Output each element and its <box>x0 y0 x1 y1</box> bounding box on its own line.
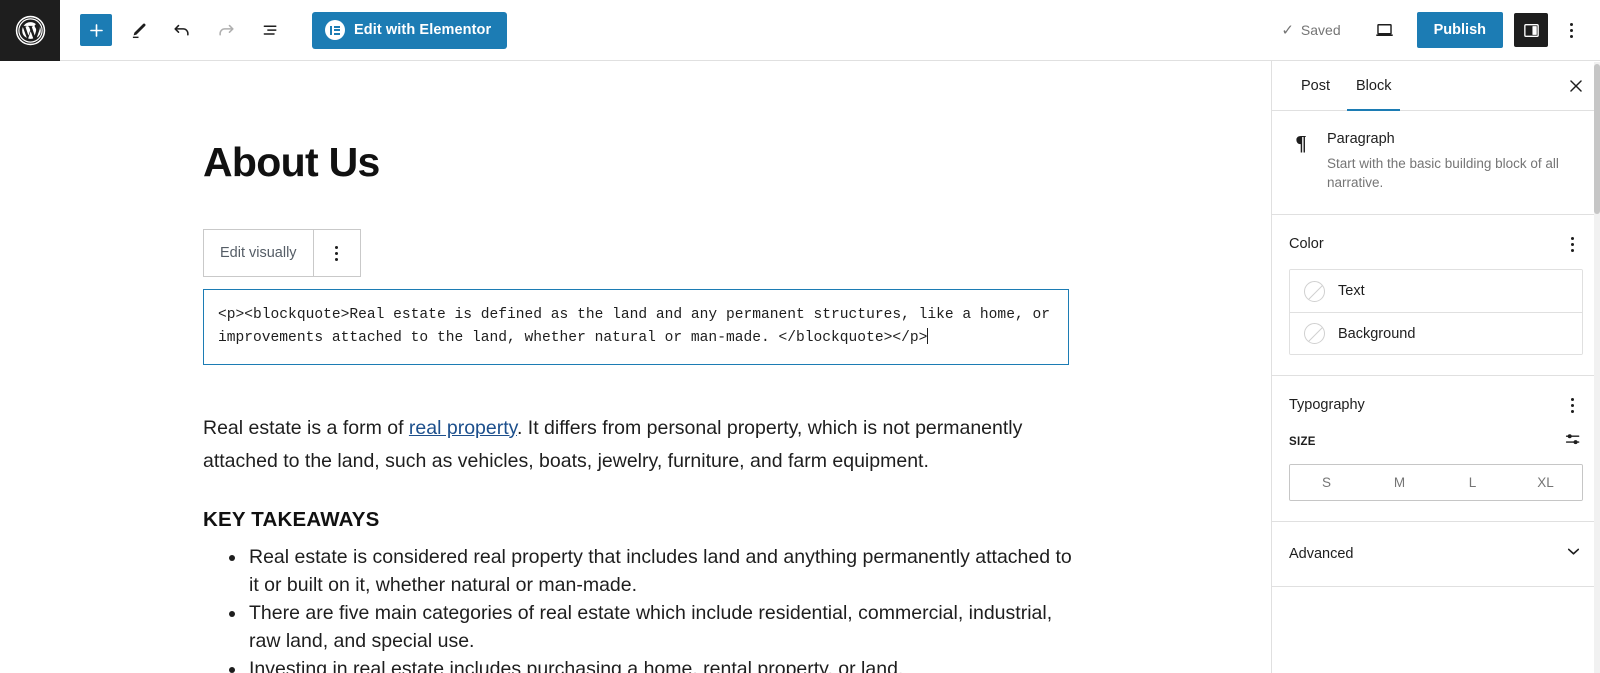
elementor-logo-icon <box>325 20 345 40</box>
chevron-down-icon <box>1564 542 1583 566</box>
wordpress-block-editor: Edit with Elementor ✓ Saved Publish Abou… <box>0 0 1600 673</box>
more-options-button[interactable] <box>1556 12 1586 48</box>
paragraph-text-before-link: Real estate is a form of <box>203 416 409 439</box>
block-card: ¶ Paragraph Start with the basic buildin… <box>1272 111 1600 215</box>
advanced-panel-toggle[interactable]: Advanced <box>1272 522 1600 587</box>
editor-top-bar: Edit with Elementor ✓ Saved Publish <box>0 0 1600 61</box>
top-bar-right-tools: ✓ Saved Publish <box>1281 12 1600 48</box>
color-option-text[interactable]: Text <box>1290 270 1582 312</box>
block-toolbar: Edit visually <box>203 229 361 277</box>
list-item: There are five main categories of real e… <box>247 599 1075 655</box>
block-description: Start with the basic building block of a… <box>1327 156 1559 190</box>
typography-panel-options-button[interactable] <box>1561 394 1583 416</box>
saved-label: Saved <box>1300 22 1341 38</box>
real-property-link[interactable]: real property <box>409 417 517 439</box>
html-code-block[interactable]: <p><blockquote>Real estate is defined as… <box>203 289 1069 365</box>
color-panel-header: Color <box>1289 233 1583 255</box>
color-option-label: Text <box>1338 283 1365 299</box>
no-color-swatch-icon <box>1304 323 1325 344</box>
publish-button[interactable]: Publish <box>1416 12 1503 48</box>
editor-canvas: About Us Edit visually <p><blockquote>Re… <box>0 61 1271 673</box>
color-panel: Color Text Background <box>1272 215 1600 376</box>
kebab-menu-icon <box>1569 22 1573 38</box>
font-size-label: SIZE <box>1289 436 1316 448</box>
edit-with-elementor-button[interactable]: Edit with Elementor <box>312 11 508 49</box>
color-panel-title: Color <box>1289 236 1324 252</box>
font-size-option-m[interactable]: M <box>1363 465 1436 500</box>
color-panel-options-button[interactable] <box>1561 233 1583 255</box>
tools-pencil-button[interactable] <box>120 12 156 48</box>
key-takeaways-heading[interactable]: KEY TAKEAWAYS <box>203 508 380 532</box>
font-size-option-l[interactable]: L <box>1436 465 1509 500</box>
color-option-background[interactable]: Background <box>1290 312 1582 354</box>
settings-sidebar: Post Block ¶ Paragraph Start with the ba… <box>1271 61 1600 673</box>
tab-block[interactable]: Block <box>1343 61 1404 111</box>
text-cursor <box>927 328 929 344</box>
paragraph-block-1[interactable]: Real estate is a form of real property. … <box>203 412 1069 478</box>
page-title[interactable]: About Us <box>203 139 380 185</box>
font-size-row: SIZE <box>1289 430 1583 454</box>
key-takeaways-list[interactable]: Real estate is considered real property … <box>225 543 1075 673</box>
edit-visually-button[interactable]: Edit visually <box>204 230 314 276</box>
typography-panel-header: Typography <box>1289 394 1583 416</box>
tab-post[interactable]: Post <box>1288 61 1343 110</box>
list-item: Real estate is considered real property … <box>247 543 1075 599</box>
close-sidebar-button[interactable] <box>1552 61 1600 110</box>
paragraph-pilcrow-icon: ¶ <box>1295 131 1307 155</box>
kebab-menu-icon <box>1570 236 1574 252</box>
list-view-button[interactable] <box>252 12 288 48</box>
sliders-icon[interactable] <box>1564 430 1583 454</box>
sidebar-tabs: Post Block <box>1272 61 1600 111</box>
undo-button[interactable] <box>164 12 200 48</box>
block-options-button[interactable] <box>313 230 360 276</box>
kebab-menu-icon <box>1570 397 1574 413</box>
edit-with-elementor-label: Edit with Elementor <box>354 22 492 38</box>
block-name: Paragraph <box>1327 131 1395 147</box>
color-options-list: Text Background <box>1289 269 1583 355</box>
font-size-toggle-group: S M L XL <box>1289 464 1583 501</box>
preview-button[interactable] <box>1367 12 1403 48</box>
add-block-button[interactable] <box>80 14 112 46</box>
html-code-text: <p><blockquote>Real estate is defined as… <box>218 307 1050 346</box>
sidebar-scrollbar-thumb[interactable] <box>1594 64 1600 214</box>
check-icon: ✓ <box>1281 21 1294 39</box>
color-option-label: Background <box>1338 325 1416 342</box>
kebab-menu-icon <box>335 245 339 261</box>
list-item: Investing in real estate includes purcha… <box>247 655 1075 673</box>
settings-sidebar-toggle[interactable] <box>1514 13 1548 47</box>
advanced-panel-title: Advanced <box>1289 546 1354 562</box>
top-bar-left-tools: Edit with Elementor <box>60 11 508 49</box>
font-size-option-xl[interactable]: XL <box>1509 465 1582 500</box>
saved-status[interactable]: ✓ Saved <box>1281 22 1340 38</box>
wordpress-logo-icon[interactable] <box>0 0 60 61</box>
font-size-option-s[interactable]: S <box>1290 465 1363 500</box>
typography-panel: Typography SIZE S M L XL <box>1272 376 1600 522</box>
typography-panel-title: Typography <box>1289 397 1365 413</box>
redo-button[interactable] <box>208 12 244 48</box>
no-color-swatch-icon <box>1304 280 1325 302</box>
